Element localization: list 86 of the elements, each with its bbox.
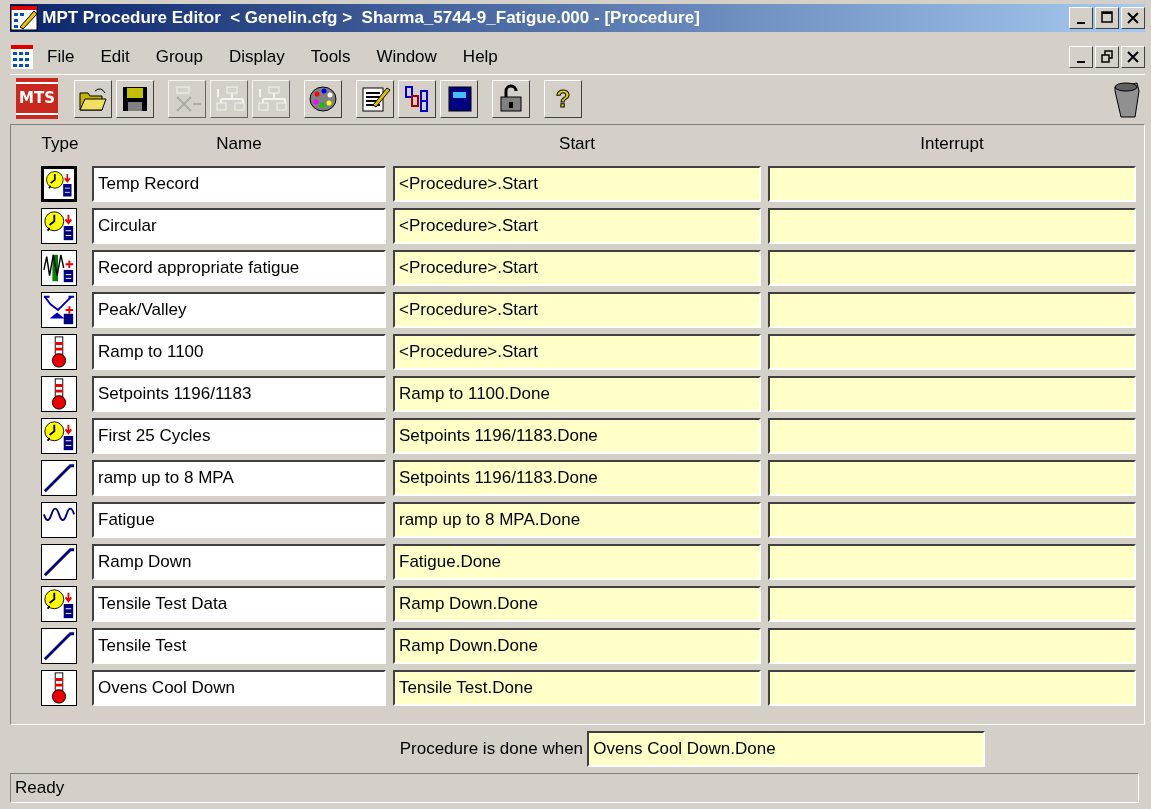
menu-item[interactable]: Window	[363, 44, 450, 70]
interrupt-field[interactable]	[768, 334, 1136, 370]
name-field[interactable]: ramp up to 8 MPA	[92, 460, 386, 496]
interrupt-field[interactable]	[768, 670, 1136, 706]
column-header: Type	[40, 133, 80, 156]
app-icon	[10, 5, 38, 31]
thermometer-icon[interactable]	[41, 334, 77, 370]
name-field[interactable]: Setpoints 1196/1183	[92, 376, 386, 412]
menu-item[interactable]: Display	[215, 44, 298, 70]
start-field[interactable]: ramp up to 8 MPA.Done	[393, 502, 761, 538]
name-field[interactable]: Tensile Test Data	[92, 586, 386, 622]
close-button[interactable]	[1121, 46, 1145, 68]
lock-button[interactable]	[492, 79, 530, 118]
menu-item[interactable]: File	[34, 44, 88, 70]
folder-button[interactable]	[74, 79, 112, 118]
interrupt-field[interactable]	[768, 292, 1136, 328]
palette-button[interactable]	[304, 79, 342, 118]
start-field[interactable]: Setpoints 1196/1183.Done	[393, 418, 761, 454]
start-field[interactable]: Fatigue.Done	[393, 544, 761, 580]
minimize-button[interactable]	[1069, 7, 1093, 29]
name-field[interactable]: Ramp to 1100	[92, 334, 386, 370]
name-field[interactable]: Ovens Cool Down	[92, 670, 386, 706]
menu-item[interactable]: Group	[142, 44, 216, 70]
book-button[interactable]	[440, 79, 478, 118]
interrupt-field[interactable]	[768, 250, 1136, 286]
status-bar: Ready	[10, 773, 1139, 803]
done-when-field[interactable]: Ovens Cool Down.Done	[587, 731, 986, 767]
minimize-icon	[1077, 22, 1085, 24]
start-field[interactable]: Ramp Down.Done	[393, 586, 761, 622]
clock-data-icon[interactable]	[41, 586, 77, 622]
column-header: Interrupt	[919, 133, 985, 156]
maximize-icon	[1100, 11, 1114, 25]
waveform-data-icon[interactable]	[41, 250, 77, 286]
start-field[interactable]: Ramp to 1100.Done	[393, 376, 761, 412]
name-field[interactable]: First 25 Cycles	[92, 418, 386, 454]
maximize-button[interactable]	[1095, 7, 1119, 29]
name-field[interactable]: Fatigue	[92, 502, 386, 538]
interrupt-field[interactable]	[768, 208, 1136, 244]
interrupt-field[interactable]	[768, 544, 1136, 580]
start-field[interactable]: <Procedure>.Start	[393, 334, 761, 370]
wave-icon[interactable]	[41, 502, 77, 538]
minimize-icon	[1077, 61, 1085, 63]
clock-data-icon[interactable]	[41, 418, 77, 454]
interrupt-field[interactable]	[768, 628, 1136, 664]
name-field[interactable]: Temp Record	[92, 166, 386, 202]
start-field[interactable]: <Procedure>.Start	[393, 292, 761, 328]
start-field[interactable]: Ramp Down.Done	[393, 628, 761, 664]
name-field[interactable]: Peak/Valley	[92, 292, 386, 328]
floppy-disk-button[interactable]	[116, 79, 154, 118]
menu-item[interactable]: Help	[449, 44, 511, 70]
restore-icon	[1100, 50, 1114, 64]
window-title: MPT Procedure Editor < Genelin.cfg > Sharma_5744-9_Fatigue.000 - [Procedure]	[42, 7, 701, 30]
menu-item[interactable]: Edit	[87, 44, 143, 70]
close-icon	[1126, 50, 1140, 64]
document-icon	[10, 44, 34, 70]
logo-button[interactable]: MTS	[14, 79, 60, 118]
column-header: Name	[215, 133, 263, 156]
clock-data-icon[interactable]	[41, 166, 77, 202]
minimize-button[interactable]	[1069, 46, 1093, 68]
name-field[interactable]: Tensile Test	[92, 628, 386, 664]
peak-valley-icon[interactable]	[41, 292, 77, 328]
edit-button[interactable]	[356, 79, 394, 118]
start-field[interactable]: <Procedure>.Start	[393, 208, 761, 244]
clock-data-icon[interactable]	[41, 208, 77, 244]
name-field[interactable]: Circular	[92, 208, 386, 244]
chain-button[interactable]	[398, 79, 436, 118]
interrupt-field[interactable]	[768, 460, 1136, 496]
menu-item[interactable]: Tools	[297, 44, 364, 70]
interrupt-field[interactable]	[768, 376, 1136, 412]
start-field[interactable]: Tensile Test.Done	[393, 670, 761, 706]
interrupt-field[interactable]	[768, 166, 1136, 202]
thermometer-icon[interactable]	[41, 670, 77, 706]
start-field[interactable]: <Procedure>.Start	[393, 166, 761, 202]
close-icon	[1126, 11, 1140, 25]
start-field[interactable]: <Procedure>.Start	[393, 250, 761, 286]
thermometer-icon[interactable]	[41, 376, 77, 412]
done-label: Procedure is done when	[399, 738, 584, 761]
interrupt-field[interactable]	[768, 418, 1136, 454]
start-field[interactable]: Setpoints 1196/1183.Done	[393, 460, 761, 496]
name-field[interactable]: Record appropriate fatigue	[92, 250, 386, 286]
interrupt-field[interactable]	[768, 586, 1136, 622]
restore-button[interactable]	[1095, 46, 1119, 68]
close-button[interactable]	[1121, 7, 1145, 29]
interrupt-field[interactable]	[768, 502, 1136, 538]
name-field[interactable]: Ramp Down	[92, 544, 386, 580]
column-header: Start	[558, 133, 596, 156]
